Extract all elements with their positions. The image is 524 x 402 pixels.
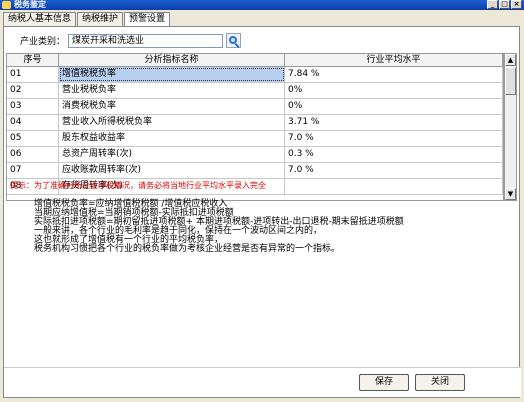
row-average[interactable]: 7.0 % (285, 163, 503, 178)
maximize-button[interactable]: □ (499, 0, 510, 9)
row-name[interactable]: 营业税税负率 (59, 83, 285, 98)
button-bar: 保存 关闭 (4, 367, 521, 397)
hint-text: 提示：为了准确分析企业涉税情况，请务必将当地行业平均水平录入完全 (10, 181, 266, 190)
row-seq: 02 (7, 83, 59, 98)
table-row[interactable]: 07 应收账款周转率(次) 7.0 % (7, 163, 503, 179)
window-controls: _ □ × (487, 0, 522, 10)
industry-label: 产业类别： (20, 37, 66, 47)
row-average[interactable]: 7.0 % (285, 131, 503, 146)
app-icon (2, 1, 11, 9)
search-icon-handle (234, 43, 240, 48)
row-average[interactable]: 0% (285, 99, 503, 114)
close-window-button[interactable]: × (511, 0, 522, 9)
row-seq: 01 (7, 67, 59, 82)
table-row[interactable]: 02 营业税税负率 0% (7, 83, 503, 99)
row-average[interactable] (285, 179, 503, 194)
row-name[interactable]: 消费税税负率 (59, 99, 285, 114)
table-row[interactable]: 03 消费税税负率 0% (7, 99, 503, 115)
scroll-thumb[interactable] (505, 67, 516, 95)
row-name[interactable]: 应收账款周转率(次) (59, 163, 285, 178)
warning-settings-panel: 产业类别： 煤炭开采和洗选业 序号 分析指标名称 行业平均水平 01 增值税税负… (3, 26, 521, 398)
scroll-down-icon[interactable]: ▼ (505, 188, 516, 200)
row-name[interactable]: 股东权益收益率 (59, 131, 285, 146)
window-title: 税务鉴定 (14, 0, 46, 9)
row-name[interactable]: 总资产周转率(次) (59, 147, 285, 162)
industry-search-button[interactable] (226, 33, 242, 48)
row-average[interactable]: 3.71 % (285, 115, 503, 130)
row-average[interactable]: 0% (285, 83, 503, 98)
industry-selector: 产业类别： 煤炭开采和洗选业 (20, 33, 242, 48)
tab-tax-maintenance[interactable]: 纳税维护 (77, 12, 124, 26)
tab-warning-settings[interactable]: 预警设置 (124, 12, 171, 27)
header-name[interactable]: 分析指标名称 (59, 54, 285, 66)
explanation-line: 税务机构习惯把各个行业的税负率做为考核企业经营是否有异常的一个指标。 (34, 244, 341, 254)
industry-field[interactable]: 煤炭开采和洗选业 (68, 33, 224, 48)
save-button[interactable]: 保存 (359, 374, 409, 391)
row-seq: 07 (7, 163, 59, 178)
row-average[interactable]: 7.84 % (285, 67, 503, 82)
row-seq: 04 (7, 115, 59, 130)
table-row[interactable]: 06 总资产周转率(次) 0.3 % (7, 147, 503, 163)
minimize-button[interactable]: _ (487, 0, 498, 9)
tab-bar: 纳税人基本信息 纳税维护 预警设置 (3, 12, 171, 27)
row-average[interactable]: 0.3 % (285, 147, 503, 162)
indicator-table: 序号 分析指标名称 行业平均水平 01 增值税税负率 7.84 % 02 营业税… (6, 53, 504, 201)
title-bar: 税务鉴定 _ □ × (0, 0, 524, 10)
table-header: 序号 分析指标名称 行业平均水平 (7, 54, 503, 67)
row-name[interactable]: 增值税税负率 (59, 67, 285, 82)
header-seq[interactable]: 序号 (7, 54, 59, 66)
table-row[interactable]: 04 营业收入所得税税负率 3.71 % (7, 115, 503, 131)
table-scrollbar[interactable]: ▲ ▼ (504, 53, 517, 201)
tab-taxpayer-info[interactable]: 纳税人基本信息 (3, 12, 77, 26)
table-row[interactable]: 01 增值税税负率 7.84 % (7, 67, 503, 83)
table-row[interactable]: 05 股东权益收益率 7.0 % (7, 131, 503, 147)
row-seq: 06 (7, 147, 59, 162)
row-seq: 03 (7, 99, 59, 114)
close-button[interactable]: 关闭 (415, 374, 465, 391)
formula-explanation: 增值税税负率=应纳增值税税额 /增值税应税收入 当期应纳增值税=当期销项税额-实… (34, 200, 514, 254)
header-average[interactable]: 行业平均水平 (285, 54, 503, 66)
scroll-up-icon[interactable]: ▲ (505, 54, 516, 66)
row-seq: 05 (7, 131, 59, 146)
row-name[interactable]: 营业收入所得税税负率 (59, 115, 285, 130)
